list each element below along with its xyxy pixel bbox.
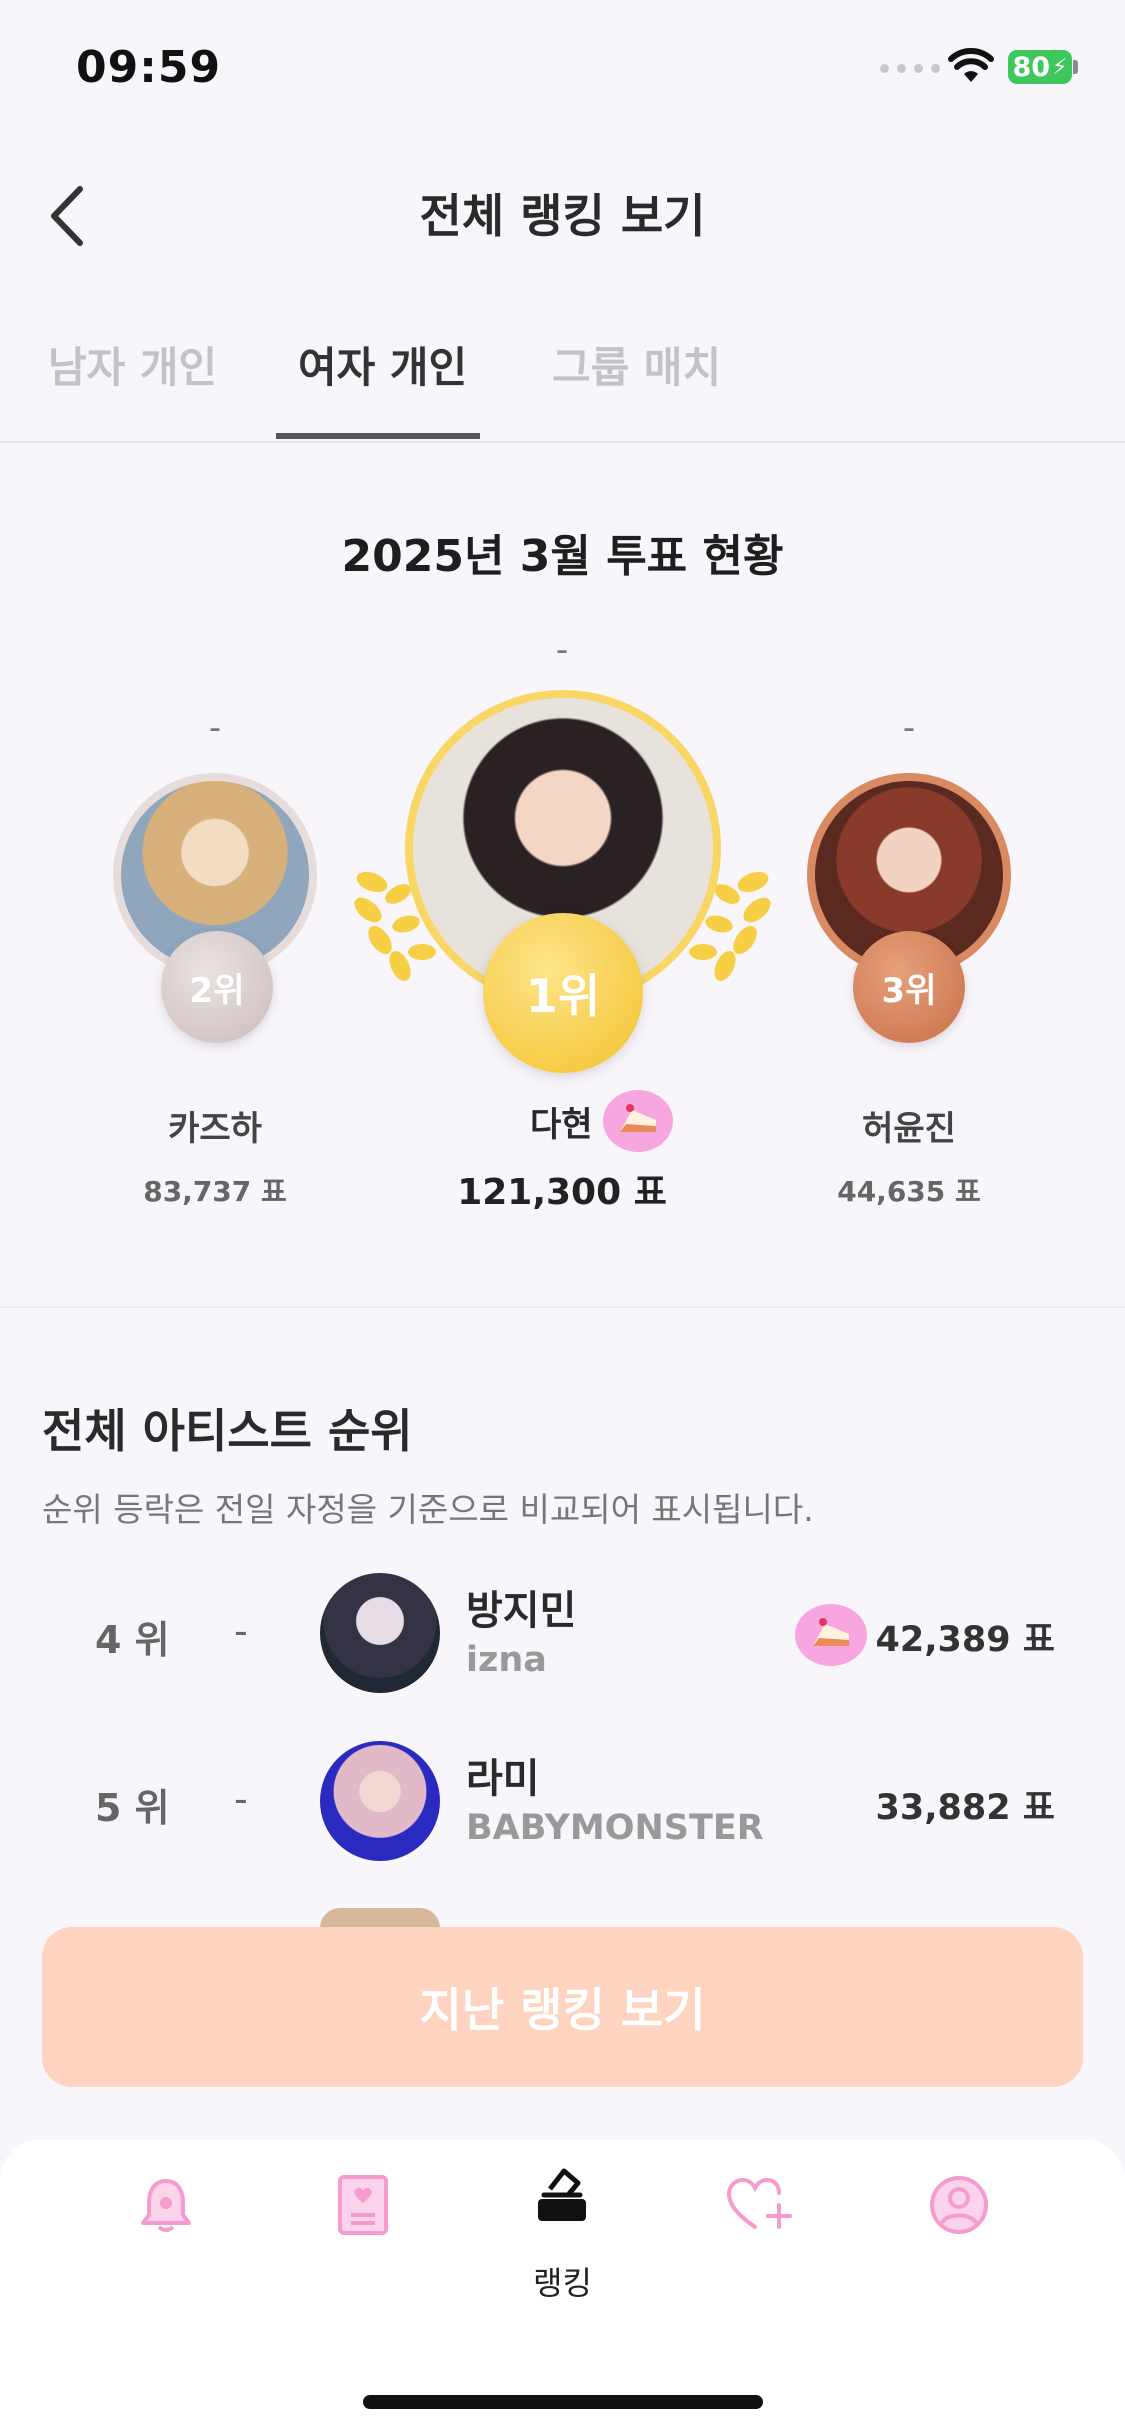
row-group: BABYMONSTER	[466, 1808, 764, 1848]
nav-item-profile[interactable]	[904, 2150, 1014, 2260]
rank-change-1st: -	[555, 630, 569, 670]
nav-item-photocard[interactable]	[308, 2150, 418, 2260]
tab-female-individual[interactable]: 여자 개인	[298, 334, 467, 395]
row-rank: 5 위	[95, 1786, 170, 1830]
vote-box-icon	[538, 2168, 586, 2221]
third-place-name: 허윤진	[862, 1109, 956, 1149]
nav-item-ranking[interactable]	[507, 2140, 617, 2250]
nav-item-favorites[interactable]	[705, 2150, 815, 2260]
active-tab-indicator	[276, 433, 480, 439]
tab-divider	[0, 441, 1125, 443]
vote-status-title: 2025년 3월 투표 현황	[341, 531, 784, 582]
nav-item-notifications[interactable]	[111, 2150, 221, 2260]
bell-icon	[141, 2179, 191, 2232]
third-place-votes: 44,635 표	[837, 1175, 981, 1208]
photocard-icon	[338, 2175, 388, 2235]
row-name: 라미	[466, 1756, 540, 1802]
battery-icon: 80 ⚡	[1008, 50, 1072, 84]
rank-badge-2nd: 2위	[161, 931, 273, 1043]
second-place-name: 카즈하	[168, 1109, 262, 1149]
rank-badge-1st: 1위	[483, 913, 643, 1073]
home-indicator	[363, 2395, 763, 2409]
battery-tip	[1073, 60, 1078, 74]
rank-badge-3rd: 3위	[853, 931, 965, 1043]
wifi-icon	[948, 48, 994, 82]
tab-group-match[interactable]: 그룹 매치	[552, 334, 721, 395]
first-place-name-row: 다현	[530, 1090, 673, 1152]
signal-dots-icon	[880, 64, 940, 73]
list-item[interactable]: 4 위 - 방지민 izna 42,389 표	[0, 1568, 1125, 1698]
row-name: 방지민	[466, 1588, 577, 1634]
row-rank-change: -	[234, 1777, 248, 1821]
avatar	[320, 1573, 440, 1693]
row-votes: 33,882 표	[875, 1788, 1055, 1828]
battery-level: 80	[1012, 51, 1051, 83]
ranking-list-title: 전체 아티스트 순위	[42, 1404, 413, 1458]
nav-label-ranking: 랭킹	[533, 2264, 592, 2302]
row-votes: 42,389 표	[875, 1620, 1055, 1660]
past-ranking-button[interactable]: 지난 랭킹 보기	[42, 1927, 1083, 2087]
status-time: 09:59	[76, 42, 222, 93]
first-place-name: 다현	[530, 1104, 593, 1145]
row-group: izna	[466, 1640, 547, 1680]
second-place-votes: 83,737 표	[143, 1175, 287, 1208]
page-title: 전체 랭킹 보기	[419, 189, 706, 243]
profile-icon	[930, 2176, 988, 2234]
rank-change-2nd: -	[208, 708, 222, 748]
list-item[interactable]: 5 위 - 라미 BABYMONSTER 33,882 표	[0, 1736, 1125, 1866]
tab-male-individual[interactable]: 남자 개인	[48, 334, 217, 395]
ranking-list-subtitle: 순위 등락은 전일 자정을 기준으로 비교되어 표시됩니다.	[42, 1490, 814, 1529]
row-rank-change: -	[234, 1609, 248, 1653]
avatar	[320, 1908, 440, 1928]
rank-change-3rd: -	[902, 708, 916, 748]
avatar	[320, 1741, 440, 1861]
birthday-cake-icon	[602, 1090, 673, 1152]
heart-plus-icon	[726, 2177, 792, 2229]
row-rank: 4 위	[95, 1618, 170, 1662]
first-place-votes: 121,300 표	[457, 1172, 667, 1213]
section-divider	[0, 1306, 1125, 1308]
